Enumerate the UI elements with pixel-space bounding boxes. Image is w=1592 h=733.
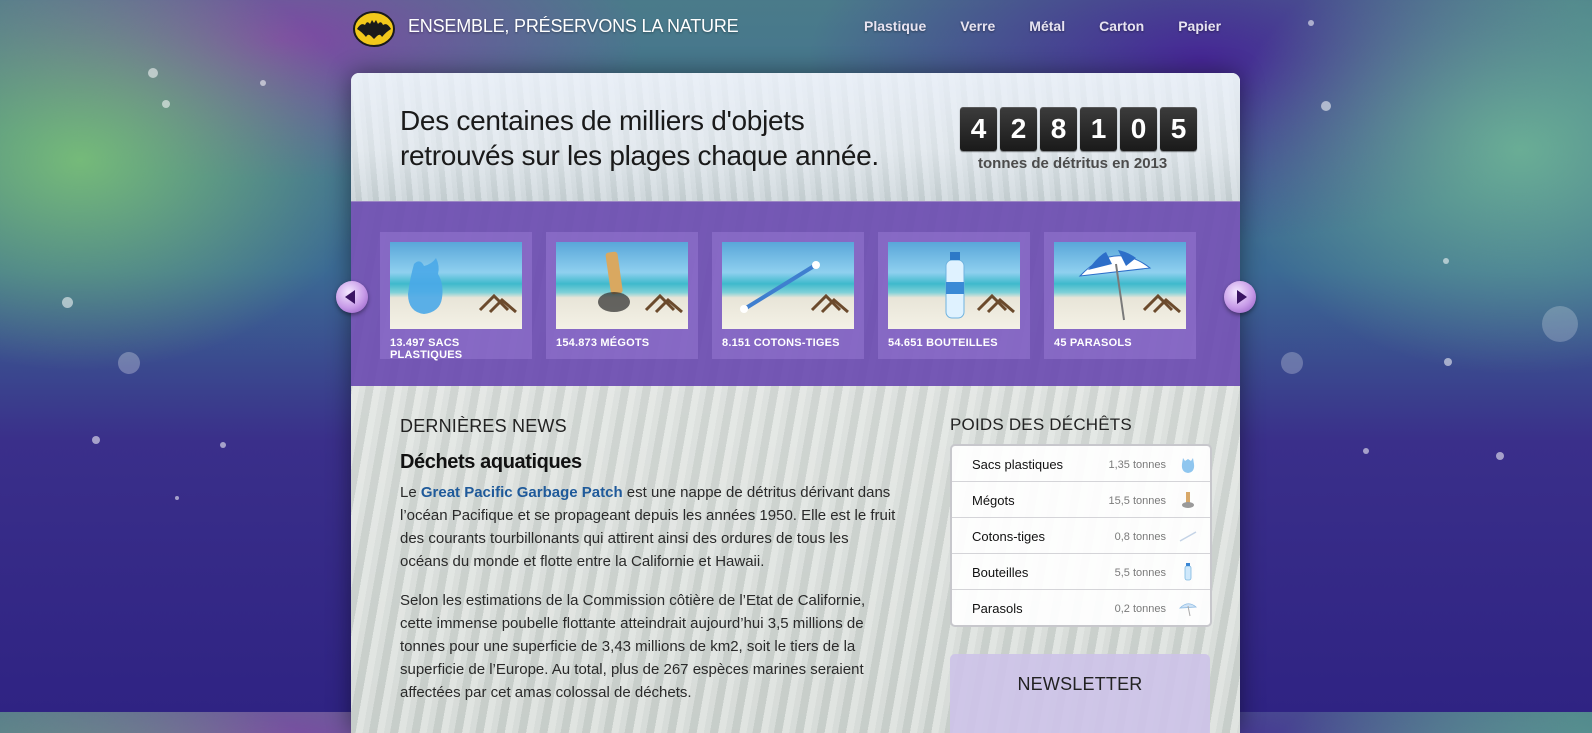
hero-headline: Des centaines de milliers d'objets retro… bbox=[400, 103, 879, 173]
weight-row-label: Mégots bbox=[972, 493, 1015, 508]
weight-row-label: Parasols bbox=[972, 601, 1023, 616]
arrow-right-icon bbox=[1237, 290, 1247, 304]
weight-row-value: 0,2 tonnes bbox=[1114, 603, 1166, 615]
nav-plastique[interactable]: Plastique bbox=[864, 18, 926, 34]
carousel-next-button[interactable] bbox=[1224, 281, 1256, 313]
weight-row-cigarette-butts: Mégots 15,5 tonnes bbox=[952, 482, 1210, 518]
counter-digit: 1 bbox=[1080, 107, 1117, 151]
counter-digit: 2 bbox=[1000, 107, 1037, 151]
news-paragraph-2: Selon les estimations de la Commission c… bbox=[400, 592, 866, 701]
news-section-heading: DERNIÈRES NEWS bbox=[400, 416, 567, 436]
news-paragraph-1: Le Great Pacific Garbage Patch est une n… bbox=[400, 481, 900, 573]
site-title: ENSEMBLE, PRÉSERVONS LA NATURE bbox=[408, 16, 739, 36]
weight-row-label: Bouteilles bbox=[972, 565, 1029, 580]
beach-plastic-bag-image bbox=[390, 242, 522, 329]
nav-metal[interactable]: Métal bbox=[1029, 18, 1065, 34]
main-nav: Plastique Verre Métal Carton Papier bbox=[864, 18, 1221, 34]
weight-row-label: Cotons-tiges bbox=[972, 529, 1045, 544]
cigarette-butt-icon bbox=[1182, 492, 1194, 508]
site-logo[interactable] bbox=[352, 10, 396, 48]
weight-row-cotton-swabs: Cotons-tiges 0,8 tonnes bbox=[952, 518, 1210, 554]
counter-digit: 0 bbox=[1120, 107, 1157, 151]
beach-cotton-swab-image bbox=[722, 242, 854, 329]
nav-papier[interactable]: Papier bbox=[1178, 18, 1221, 34]
carousel-prev-button[interactable] bbox=[336, 281, 368, 313]
waste-weight-list: Sacs plastiques 1,35 tonnes Mégots 15,5 … bbox=[950, 444, 1212, 627]
newsletter-heading: NEWSLETTER bbox=[1017, 674, 1143, 694]
hero-line-1: Des centaines de milliers d'objets bbox=[400, 105, 805, 136]
cotton-swab-icon bbox=[1179, 531, 1197, 542]
arrow-left-icon bbox=[345, 290, 355, 304]
news-article-title: Déchets aquatiques bbox=[400, 451, 582, 473]
parasol-icon bbox=[1178, 603, 1197, 617]
counter-digit: 4 bbox=[960, 107, 997, 151]
weight-row-label: Sacs plastiques bbox=[972, 457, 1064, 472]
beach-bottle-image bbox=[888, 242, 1020, 329]
great-pacific-garbage-patch-link[interactable]: Great Pacific Garbage Patch bbox=[421, 484, 623, 501]
carousel-caption: 54.651 BOUTEILLES bbox=[888, 337, 998, 349]
carousel-caption: 13.497 SACS PLASTIQUES bbox=[390, 337, 463, 361]
weight-row-value: 15,5 tonnes bbox=[1108, 495, 1167, 507]
hero-line-2: retrouvés sur les plages chaque année. bbox=[400, 140, 879, 171]
weight-row-value: 0,8 tonnes bbox=[1114, 531, 1166, 543]
newsletter-box: NEWSLETTER bbox=[950, 654, 1210, 733]
nav-carton[interactable]: Carton bbox=[1099, 18, 1144, 34]
carousel-item-cotton-swabs[interactable]: 8.151 COTONS-TIGES bbox=[712, 232, 864, 359]
weight-row-value: 1,35 tonnes bbox=[1108, 459, 1167, 471]
tonnage-counter: 4 2 8 1 0 5 bbox=[960, 107, 1197, 151]
weight-row-plastic-bags: Sacs plastiques 1,35 tonnes bbox=[952, 446, 1210, 482]
weight-row-parasols: Parasols 0,2 tonnes bbox=[952, 590, 1210, 625]
beach-parasol-image bbox=[1054, 242, 1186, 329]
waste-weight-heading: POIDS DES DÉCHÊTS bbox=[950, 415, 1132, 434]
carousel-caption: 154.873 MÉGOTS bbox=[556, 337, 650, 349]
main-card: Des centaines de milliers d'objets retro… bbox=[351, 73, 1240, 733]
carousel-item-parasols[interactable]: 45 PARASOLS bbox=[1044, 232, 1196, 359]
news-text: Le bbox=[400, 484, 421, 501]
plastic-bag-icon bbox=[1181, 458, 1195, 473]
counter-digit: 8 bbox=[1040, 107, 1077, 151]
carousel-item-plastic-bags[interactable]: 13.497 SACS PLASTIQUES bbox=[380, 232, 532, 361]
carousel-caption: 8.151 COTONS-TIGES bbox=[722, 337, 840, 349]
weight-row-bottles: Bouteilles 5,5 tonnes bbox=[952, 554, 1210, 590]
beach-cigarette-butt-image bbox=[556, 242, 688, 329]
waste-carousel: 13.497 SACS PLASTIQUES 154.873 MÉGOTS 8.… bbox=[351, 202, 1240, 386]
nav-verre[interactable]: Verre bbox=[960, 18, 995, 34]
bottle-icon bbox=[1184, 563, 1192, 581]
carousel-item-bottles[interactable]: 54.651 BOUTEILLES bbox=[878, 232, 1030, 359]
counter-digit: 5 bbox=[1160, 107, 1197, 151]
carousel-caption: 45 PARASOLS bbox=[1054, 337, 1132, 349]
hero-banner: Des centaines de milliers d'objets retro… bbox=[351, 73, 1240, 202]
weight-row-value: 5,5 tonnes bbox=[1114, 567, 1166, 579]
counter-label: tonnes de détritus en 2013 bbox=[978, 155, 1168, 172]
carousel-item-cigarette-butts[interactable]: 154.873 MÉGOTS bbox=[546, 232, 698, 359]
